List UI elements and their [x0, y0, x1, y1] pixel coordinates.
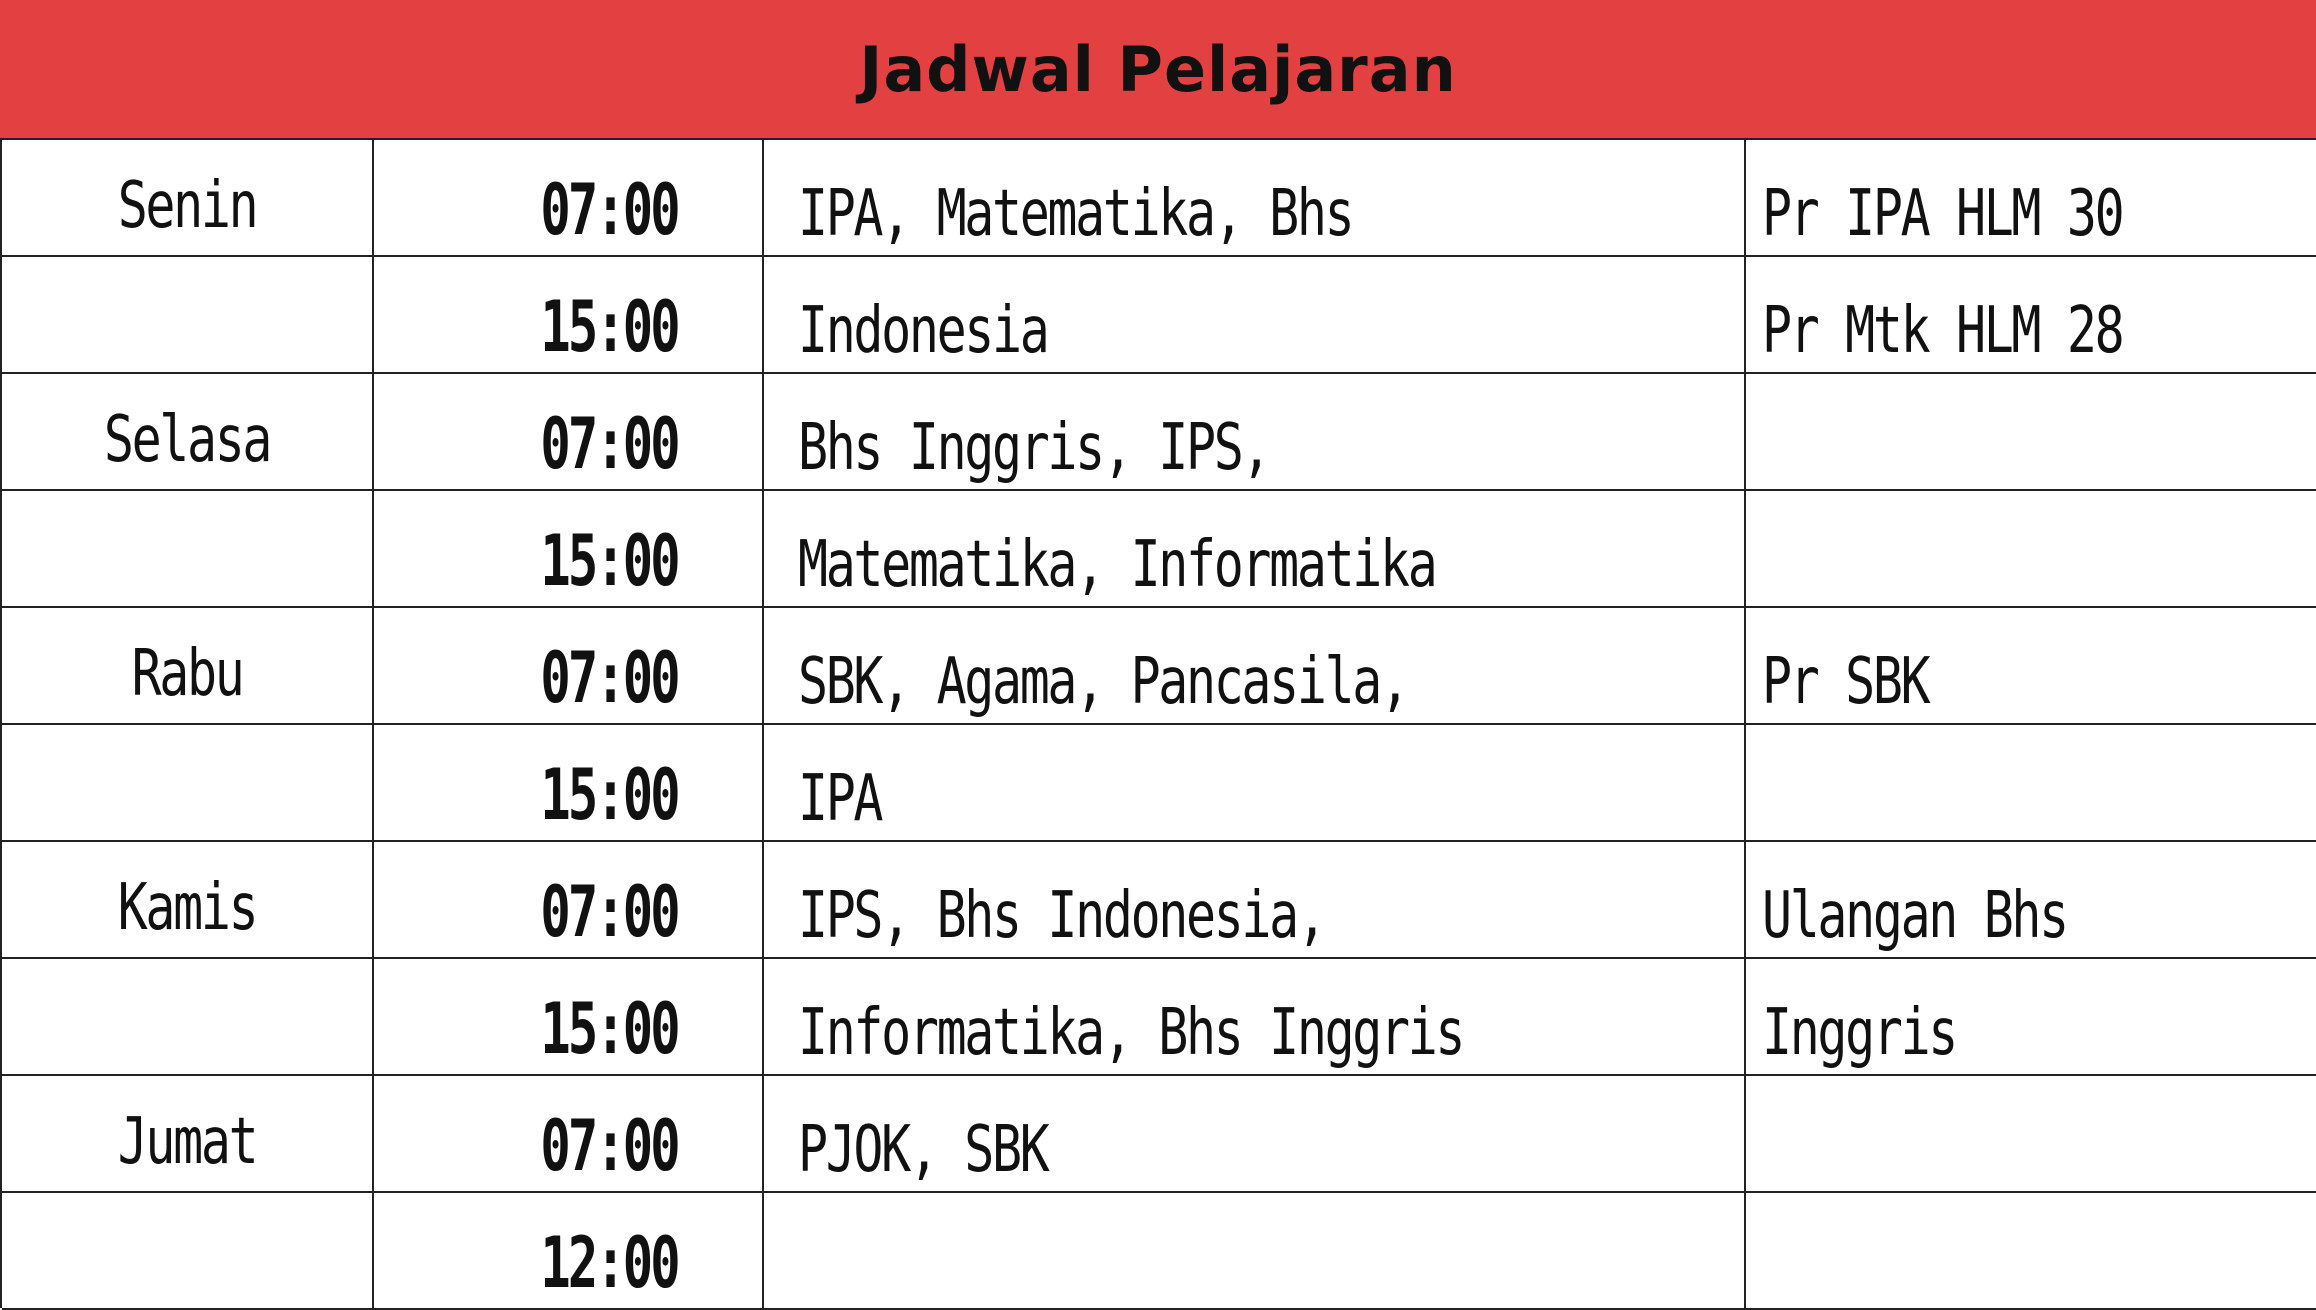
schedule-table: Senin 07:00 IPA, Matematika, Bhs Pr IPA …: [0, 138, 2316, 1310]
subject-cell: IPA, Matematika, Bhs: [764, 140, 1746, 257]
day-cell: [2, 257, 374, 374]
time-cell: 12:00: [374, 1193, 764, 1310]
subject-cell: [764, 1193, 1746, 1310]
note-cell: [1746, 491, 2316, 608]
note-cell: Pr IPA HLM 30: [1746, 140, 2316, 257]
note-cell: [1746, 374, 2316, 491]
time-text: 07:00: [540, 871, 681, 953]
page-title: Jadwal Pelajaran: [859, 32, 1457, 106]
time-cell: 15:00: [374, 491, 764, 608]
time-cell: 07:00: [374, 608, 764, 725]
note-cell: [1746, 1076, 2316, 1193]
subject-cell: IPS, Bhs Indonesia,: [764, 842, 1746, 959]
day-cell: Selasa: [2, 374, 374, 491]
subject-cell: PJOK, SBK: [764, 1076, 1746, 1193]
day-cell: Jumat: [2, 1076, 374, 1193]
subject-text: PJOK, SBK: [798, 1113, 1050, 1187]
note-text: Ulangan Bhs: [1762, 879, 2069, 953]
time-cell: 07:00: [374, 1076, 764, 1193]
day-cell: [2, 1193, 374, 1310]
time-cell: 15:00: [374, 959, 764, 1076]
time-text: 15:00: [540, 520, 681, 602]
note-cell: Inggris: [1746, 959, 2316, 1076]
note-cell: Pr Mtk HLM 28: [1746, 257, 2316, 374]
subject-text: Matematika, Informatika: [798, 528, 1438, 602]
note-text: Pr SBK: [1762, 645, 1931, 719]
time-cell: 15:00: [374, 257, 764, 374]
time-text: 15:00: [540, 286, 681, 368]
day-text: Kamis: [117, 871, 259, 945]
day-text: Selasa: [103, 403, 273, 477]
time-text: 07:00: [540, 637, 681, 719]
time-text: 07:00: [540, 403, 681, 485]
day-cell: [2, 491, 374, 608]
subject-text: Indonesia: [798, 294, 1050, 368]
subject-cell: SBK, Agama, Pancasila,: [764, 608, 1746, 725]
note-cell: Ulangan Bhs: [1746, 842, 2316, 959]
time-text: 07:00: [540, 1105, 681, 1187]
day-cell: Kamis: [2, 842, 374, 959]
time-text: 07:00: [540, 169, 681, 251]
note-text: Pr IPA HLM 30: [1762, 177, 2125, 251]
subject-cell: Bhs Inggris, IPS,: [764, 374, 1746, 491]
note-text: Pr Mtk HLM 28: [1762, 294, 2125, 368]
time-text: 15:00: [540, 988, 681, 1070]
day-text: Senin: [117, 169, 259, 243]
subject-cell: Matematika, Informatika: [764, 491, 1746, 608]
subject-text: IPA, Matematika, Bhs: [798, 177, 1355, 251]
day-cell: [2, 725, 374, 842]
subject-text: Bhs Inggris, IPS,: [798, 411, 1271, 485]
day-text: Jumat: [117, 1105, 259, 1179]
time-cell: 07:00: [374, 374, 764, 491]
subject-text: IPA: [798, 762, 883, 836]
subject-cell: Indonesia: [764, 257, 1746, 374]
header-banner: Jadwal Pelajaran: [0, 0, 2316, 138]
time-text: 12:00: [540, 1222, 681, 1304]
note-cell: [1746, 725, 2316, 842]
day-cell: Senin: [2, 140, 374, 257]
time-text: 15:00: [540, 754, 681, 836]
subject-cell: IPA: [764, 725, 1746, 842]
time-cell: 15:00: [374, 725, 764, 842]
day-cell: [2, 959, 374, 1076]
time-cell: 07:00: [374, 842, 764, 959]
subject-text: Informatika, Bhs Inggris: [798, 996, 1465, 1070]
time-cell: 07:00: [374, 140, 764, 257]
day-cell: Rabu: [2, 608, 374, 725]
subject-text: SBK, Agama, Pancasila,: [798, 645, 1410, 719]
note-cell: Pr SBK: [1746, 608, 2316, 725]
note-cell: [1746, 1193, 2316, 1310]
subject-cell: Informatika, Bhs Inggris: [764, 959, 1746, 1076]
day-text: Rabu: [131, 637, 245, 711]
note-text: Inggris: [1762, 996, 1958, 1070]
subject-text: IPS, Bhs Indonesia,: [798, 879, 1327, 953]
